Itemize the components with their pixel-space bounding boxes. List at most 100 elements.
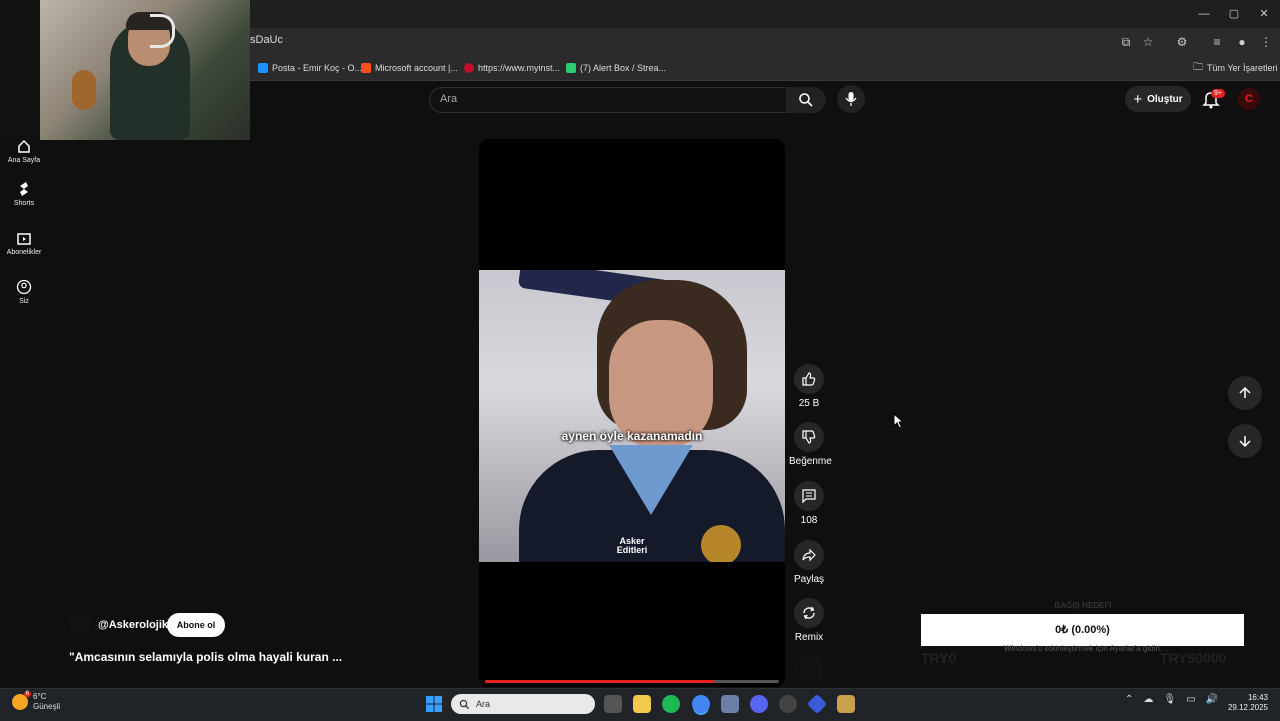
- comment-count: 108: [800, 515, 818, 526]
- mail-icon: [258, 63, 268, 73]
- obs-icon[interactable]: [779, 695, 797, 713]
- file-explorer-icon[interactable]: [633, 695, 651, 713]
- comment-icon: [802, 489, 816, 504]
- search-icon: [459, 699, 470, 709]
- subscriptions-icon: [17, 233, 31, 245]
- search-input[interactable]: Ara: [429, 87, 787, 113]
- watermark-line-2: Editleri: [616, 545, 648, 555]
- microphone-icon[interactable]: 🎙: [1163, 694, 1176, 705]
- plus-icon: +: [1133, 90, 1143, 108]
- like-count: 25 B: [798, 398, 820, 409]
- thumbs-down-icon: [802, 430, 816, 444]
- microsoft-icon: [361, 63, 371, 73]
- all-bookmarks-folder[interactable]: 🗀 Tüm Yer İşaretleri: [1193, 60, 1278, 76]
- weather-badge: 6: [23, 691, 31, 697]
- remix-button[interactable]: Remix: [789, 598, 829, 643]
- next-video-button[interactable]: [1228, 424, 1262, 458]
- clock-date: 29.12.2025: [1227, 703, 1268, 712]
- dislike-label: Beğenme: [789, 456, 832, 467]
- video-watermark: Asker Editleri: [609, 537, 655, 555]
- steam-icon[interactable]: [721, 695, 739, 713]
- weather-widget[interactable]: 6 6°C Güneşli: [12, 691, 61, 712]
- mouse-cursor-icon: [893, 413, 905, 429]
- weather-desc: Güneşli: [33, 702, 61, 711]
- share-label: Paylaş: [793, 574, 824, 585]
- webcam-overlay: [0, 0, 250, 140]
- video-frame: [479, 270, 785, 562]
- channel-name[interactable]: @Askerolojik: [98, 619, 168, 631]
- thumbs-up-icon: [802, 372, 816, 386]
- bookmark-item[interactable]: Microsoft account |...: [361, 60, 458, 76]
- display-icon[interactable]: ▭: [1186, 694, 1195, 705]
- sidebar-item-subscriptions[interactable]: Abonelikler: [0, 230, 48, 256]
- arrow-down-icon: [1239, 436, 1251, 448]
- donation-goal-title: BAĞIŞ HEDEFİ: [1054, 601, 1112, 610]
- game-launcher-icon[interactable]: [837, 695, 855, 713]
- voice-search-button[interactable]: [837, 85, 865, 113]
- dislike-button[interactable]: Beğenme: [789, 422, 832, 467]
- windows-activation-notice: Windows'u etkinleştirmek için Ayarlar'a …: [1003, 644, 1163, 653]
- notification-count-badge: 9+: [1211, 89, 1225, 98]
- share-button[interactable]: Paylaş: [789, 540, 829, 585]
- arrow-up-icon: [1239, 386, 1251, 398]
- previous-video-button[interactable]: [1228, 376, 1262, 410]
- webcam-guitar: [72, 70, 96, 110]
- maximize-button[interactable]: ▢: [1225, 6, 1243, 22]
- streamelements-icon: [566, 63, 576, 73]
- shorts-video-player[interactable]: aynen öyle kazanamadın Asker Editleri: [479, 139, 785, 687]
- subscribe-button[interactable]: Abone ol: [167, 613, 225, 637]
- system-tray: ⌃ ☁ 🎙 ▭ 🔊: [1125, 694, 1218, 705]
- sound-thumbnail[interactable]: [795, 656, 823, 684]
- microphone-icon: [845, 92, 857, 106]
- donation-goal-bar: 0₺ (0.00%): [921, 614, 1244, 646]
- minimize-button[interactable]: —: [1195, 6, 1213, 22]
- onedrive-icon[interactable]: ☁: [1143, 694, 1153, 705]
- search-icon: [799, 93, 813, 107]
- taskbar-clock[interactable]: 16:43 29.12.2025: [1224, 693, 1268, 713]
- chrome-icon[interactable]: [692, 695, 710, 713]
- home-icon: [18, 139, 30, 153]
- remix-label: Remix: [794, 632, 824, 643]
- site-icon: [464, 63, 474, 73]
- account-avatar[interactable]: C: [1238, 88, 1260, 110]
- folder-icon: 🗀: [1193, 61, 1203, 73]
- clock-time: 16:43: [1247, 693, 1268, 702]
- chevron-up-icon[interactable]: ⌃: [1125, 694, 1133, 705]
- sidebar-item-home[interactable]: Ana Sayfa: [0, 138, 48, 164]
- emblem-icon: [701, 525, 741, 562]
- taskbar-search[interactable]: Ara: [451, 694, 595, 714]
- comments-button[interactable]: 108: [789, 481, 829, 526]
- shorts-icon: [20, 182, 28, 196]
- install-app-icon[interactable]: ⧉: [1118, 34, 1134, 50]
- bookmark-star-icon[interactable]: ☆: [1140, 34, 1156, 50]
- address-bar-text[interactable]: sDaUc: [250, 34, 283, 46]
- start-button[interactable]: [425, 695, 443, 713]
- discord-icon[interactable]: [750, 695, 768, 713]
- bookmark-item[interactable]: (7) Alert Box / Strea...: [566, 60, 666, 76]
- video-progress-fill: [485, 680, 715, 683]
- video-progress-bar[interactable]: [485, 680, 779, 683]
- spotify-icon[interactable]: [662, 695, 680, 713]
- webcam-monitor: [0, 0, 40, 140]
- close-window-button[interactable]: ✕: [1255, 6, 1273, 22]
- like-button[interactable]: 25 B: [789, 364, 829, 409]
- speaker-icon[interactable]: 🔊: [1206, 694, 1218, 705]
- sun-icon: 6: [12, 691, 31, 710]
- bookmark-item[interactable]: https://www.myinst...: [464, 60, 560, 76]
- windows-icon: [426, 696, 442, 712]
- video-subtitle: aynen öyle kazanamadın: [561, 429, 703, 443]
- sidebar-item-you[interactable]: Siz: [0, 279, 48, 305]
- sidebar-item-shorts[interactable]: Shorts: [0, 181, 48, 207]
- channel-avatar[interactable]: [69, 614, 91, 636]
- profile-icon[interactable]: ●: [1234, 34, 1250, 50]
- video-title[interactable]: "Amcasının selamıyla polis olma hayali k…: [69, 650, 342, 664]
- bookmark-item[interactable]: Posta - Emir Koç - O...: [258, 60, 362, 76]
- browser-menu-icon[interactable]: ⋮: [1258, 34, 1274, 50]
- extensions-icon[interactable]: ⚙: [1174, 34, 1190, 50]
- create-button[interactable]: + Oluştur: [1125, 86, 1191, 112]
- you-icon: [16, 279, 32, 295]
- remix-icon: [803, 606, 815, 620]
- media-controls-icon[interactable]: ≡: [1209, 34, 1225, 50]
- search-button[interactable]: [786, 87, 826, 113]
- task-view-icon[interactable]: [604, 695, 622, 713]
